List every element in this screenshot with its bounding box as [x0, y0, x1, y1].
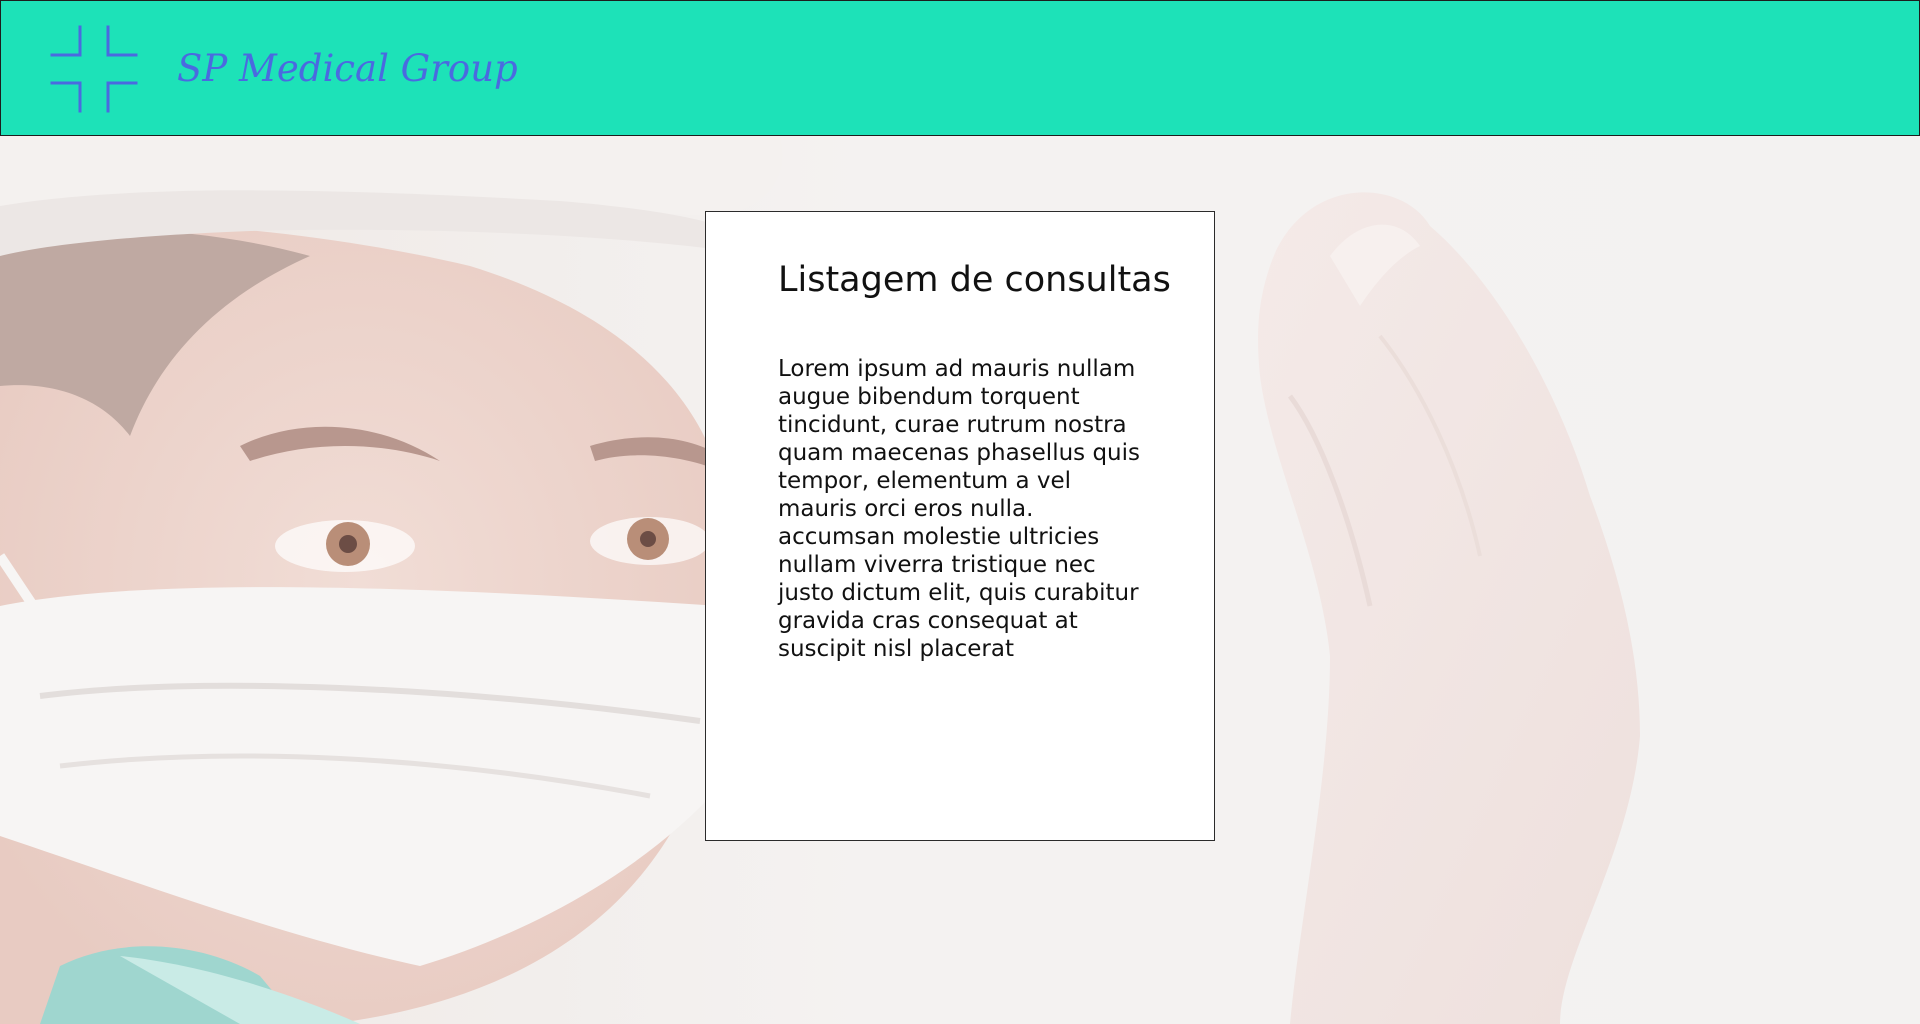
site-header: SP Medical Group — [0, 0, 1920, 136]
card-body-text: Lorem ipsum ad mauris nullam augue biben… — [778, 356, 1141, 662]
brand-name[interactable]: SP Medical Group — [177, 45, 518, 93]
card-title: Listagem de consultas — [778, 260, 1171, 300]
appointments-card: Listagem de consultas Lorem ipsum ad mau… — [705, 211, 1215, 841]
medical-cross-logo-icon[interactable] — [50, 25, 138, 113]
